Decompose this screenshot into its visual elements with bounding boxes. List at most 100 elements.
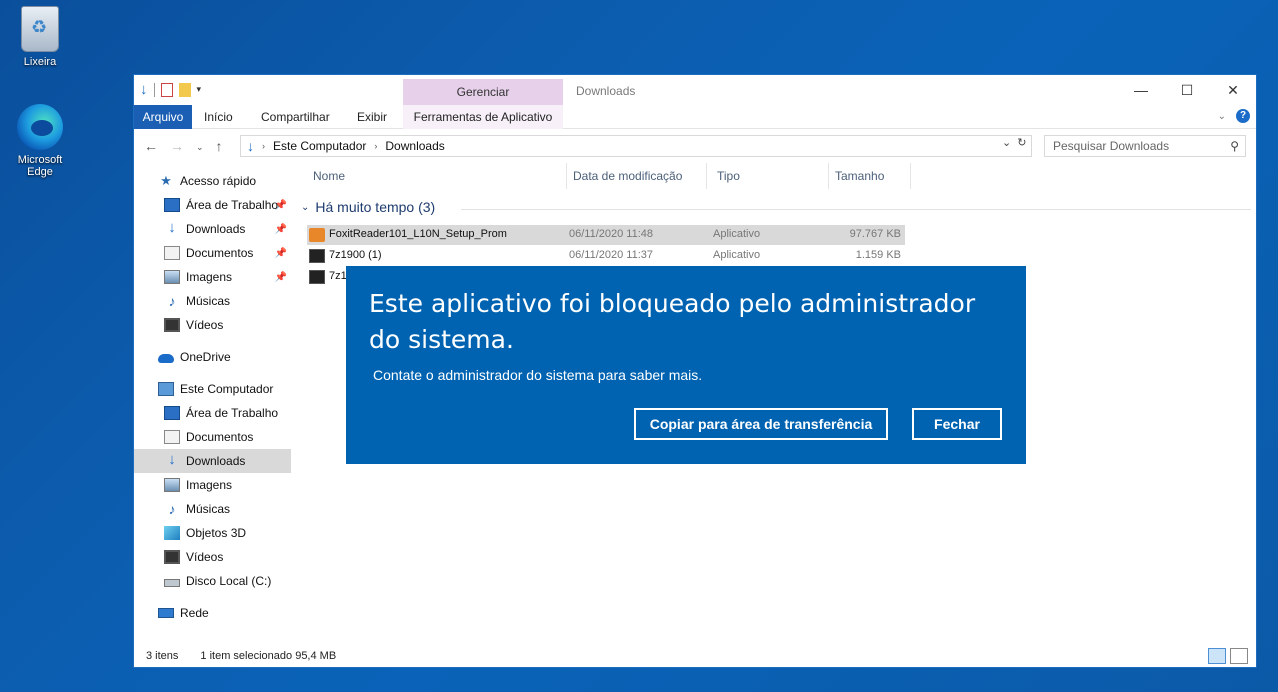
download-arrow-icon[interactable]: ↓ [140, 81, 148, 98]
nav-item[interactable]: ★ Acesso rápido [134, 169, 291, 193]
breadcrumb-downloads[interactable]: Downloads [385, 139, 444, 153]
nav-item-label: Acesso rápido [180, 174, 257, 188]
nav-item[interactable]: OneDrive [134, 345, 291, 369]
nav-item-label: Imagens [186, 478, 233, 492]
desktop-icon [164, 406, 180, 420]
foxit-icon [309, 228, 325, 242]
music-icon: ♪ [168, 501, 176, 517]
nav-item[interactable]: ♪ Músicas [134, 497, 291, 521]
status-bar: 3 itens 1 item selecionado 95,4 MB [134, 645, 1256, 667]
search-input[interactable]: Pesquisar Downloads ⚲ [1044, 135, 1246, 157]
nav-item[interactable]: Vídeos [134, 313, 291, 337]
desktop-icon [164, 198, 180, 212]
nav-item-label: OneDrive [180, 350, 231, 364]
nav-item-label: Downloads [186, 222, 246, 236]
nav-item[interactable]: Este Computador [134, 377, 291, 401]
minimize-button[interactable]: — [1118, 75, 1164, 105]
image-icon [164, 270, 180, 284]
column-header-tamanho[interactable]: Tamanho [829, 163, 911, 189]
forward-arrow-icon[interactable]: → [170, 138, 184, 156]
document-icon [164, 430, 180, 444]
nav-item[interactable]: Objetos 3D [134, 521, 291, 545]
cube-icon [164, 526, 180, 540]
recycle-bin-icon [21, 6, 59, 52]
details-view-icon[interactable] [1208, 648, 1226, 664]
window-title: Downloads [576, 84, 636, 98]
nav-item[interactable]: ♪ Músicas [134, 289, 291, 313]
ribbon-expand-icon[interactable]: ⌄ [1218, 111, 1226, 122]
nav-item[interactable]: ↓ Downloads [134, 449, 291, 473]
status-item-count: 3 itens [146, 650, 179, 662]
computer-icon [158, 382, 174, 396]
tab-arquivo[interactable]: Arquivo [134, 105, 192, 129]
ribbon-right-controls: ⌄ ? [1218, 109, 1250, 123]
tab-exibir[interactable]: Exibir [357, 105, 387, 129]
tab-ferramentas-aplicativo[interactable]: Ferramentas de Aplicativo [403, 105, 563, 129]
help-icon[interactable]: ? [1236, 109, 1250, 123]
address-row: ← → ⌄ ↑ ↓ › Este Computador › Downloads … [134, 129, 1256, 163]
folder-icon[interactable] [178, 82, 191, 97]
nav-item[interactable]: Imagens [134, 473, 291, 497]
group-header[interactable]: ⌄ Há muito tempo (3) [301, 199, 435, 215]
properties-icon[interactable] [160, 82, 173, 97]
edge-icon [17, 104, 63, 150]
column-header-data[interactable]: Data de modificação [567, 163, 707, 189]
nav-item-label: Vídeos [186, 550, 224, 564]
column-header-tipo[interactable]: Tipo [711, 163, 829, 189]
copy-to-clipboard-button[interactable]: Copiar para área de transferência [634, 408, 888, 440]
column-header-nome[interactable]: Nome [307, 163, 567, 189]
network-icon [158, 608, 174, 618]
nav-item-label: Rede [180, 606, 209, 620]
search-placeholder: Pesquisar Downloads [1053, 139, 1170, 153]
file-name: 7z1900 (1) [329, 249, 382, 261]
nav-item[interactable]: Imagens 📌 [134, 265, 291, 289]
desktop-recycle-bin[interactable]: Lixeira [8, 6, 72, 68]
breadcrumb-separator: › [262, 141, 265, 151]
nav-item-label: Downloads [186, 454, 246, 468]
nav-item-label: Imagens [186, 270, 233, 284]
status-selection: 1 item selecionado 95,4 MB [200, 650, 337, 662]
group-label: Há muito tempo (3) [315, 199, 436, 215]
file-row[interactable]: FoxitReader101_L10N_Setup_Prom 06/11/202… [307, 225, 905, 245]
address-dropdown-icon[interactable]: ⌄ [1002, 136, 1011, 149]
breadcrumb-este-computador[interactable]: Este Computador [273, 139, 366, 153]
close-window-button[interactable]: ✕ [1210, 75, 1256, 105]
tab-compartilhar[interactable]: Compartilhar [261, 105, 330, 129]
video-icon [164, 550, 180, 564]
music-icon: ♪ [168, 293, 176, 309]
nav-item[interactable]: Vídeos [134, 545, 291, 569]
view-toggle [1208, 648, 1248, 664]
nav-item[interactable]: Documentos [134, 425, 291, 449]
recycle-bin-label: Lixeira [23, 56, 57, 68]
nav-item[interactable]: ↓ Downloads 📌 [134, 217, 291, 241]
drive-icon [164, 579, 180, 587]
nav-item[interactable]: Disco Local (C:) [134, 569, 291, 593]
quick-access-toolbar: ↓ ▾ [140, 81, 201, 98]
pin-icon: 📌 [274, 199, 287, 211]
pin-icon: 📌 [274, 223, 287, 235]
recent-locations-chevron-icon[interactable]: ⌄ [196, 138, 204, 156]
pin-icon: 📌 [274, 247, 287, 259]
file-row[interactable]: 7z1900 (1) 06/11/2020 11:37 Aplicativo 1… [307, 246, 905, 266]
7zip-icon [309, 270, 325, 284]
edge-label: Microsoft Edge [17, 154, 63, 178]
close-dialog-button[interactable]: Fechar [912, 408, 1002, 440]
tab-inicio[interactable]: Início [204, 105, 233, 129]
file-size: 97.767 KB [849, 228, 901, 240]
nav-item[interactable]: Área de Trabalho [134, 401, 291, 425]
desktop-edge[interactable]: Microsoft Edge [8, 104, 72, 178]
download-icon: ↓ [168, 219, 176, 236]
maximize-button[interactable]: ☐ [1164, 75, 1210, 105]
nav-item[interactable]: Rede [134, 601, 291, 625]
contextual-tab-group: Gerenciar [403, 79, 563, 105]
nav-item[interactable]: Documentos 📌 [134, 241, 291, 265]
up-arrow-icon[interactable]: ↑ [216, 138, 223, 156]
back-arrow-icon[interactable]: ← [144, 138, 158, 156]
address-bar[interactable]: ↓ › Este Computador › Downloads [240, 135, 1032, 157]
separator [153, 82, 155, 97]
nav-item[interactable]: Área de Trabalho 📌 [134, 193, 291, 217]
refresh-icon[interactable]: ↻ [1017, 136, 1026, 149]
search-icon: ⚲ [1230, 139, 1239, 153]
qat-dropdown-icon[interactable]: ▾ [197, 84, 202, 95]
large-icons-view-icon[interactable] [1230, 648, 1248, 664]
